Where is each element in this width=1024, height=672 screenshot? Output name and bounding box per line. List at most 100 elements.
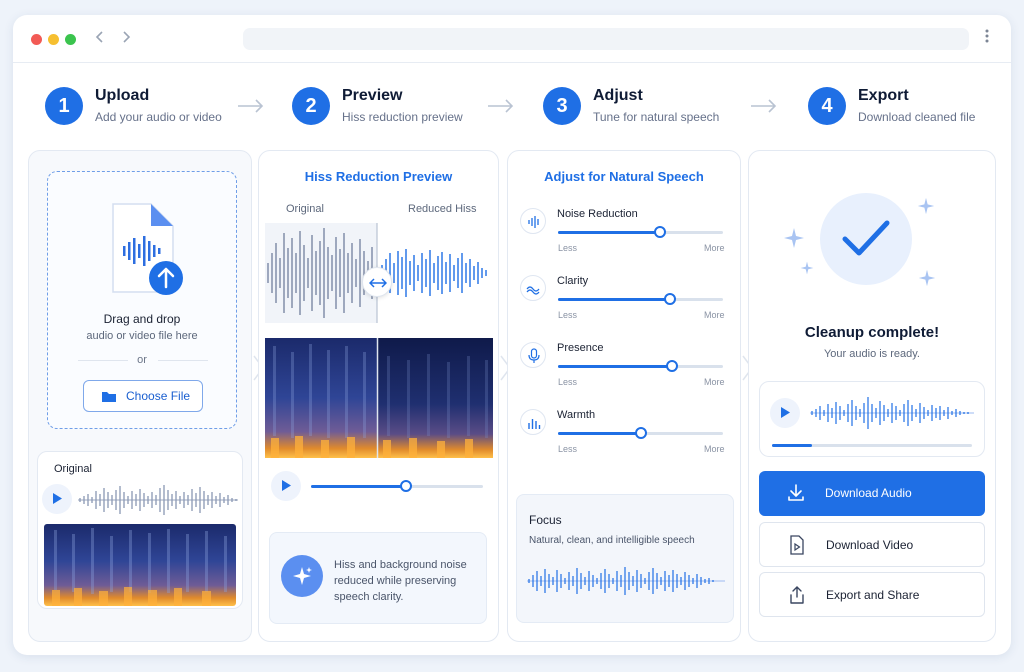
- step-number: 3: [543, 87, 581, 125]
- slider-min-label: Less: [558, 377, 578, 387]
- presence-slider[interactable]: [558, 360, 723, 372]
- slider-knob[interactable]: [664, 293, 677, 305]
- preview-note-text: Hiss and background noise reduced while …: [334, 559, 467, 603]
- slider-min-label: Less: [558, 243, 578, 253]
- complete-subtitle: Your audio is ready.: [823, 348, 920, 360]
- download-video-button[interactable]: Download Video: [759, 522, 985, 567]
- sparkle-icon: [800, 261, 814, 275]
- step-subtitle: Download cleaned file: [858, 110, 976, 124]
- adjust-title: Adjust for Natural Speech: [544, 169, 704, 184]
- step-subtitle: Hiss reduction preview: [342, 110, 463, 124]
- slider-knob[interactable]: [634, 427, 647, 439]
- original-label: Original: [286, 203, 324, 215]
- drop-zone[interactable]: Drag and drop audio or video file here o…: [47, 171, 237, 429]
- compare-handle[interactable]: [362, 267, 392, 297]
- play-icon: [282, 480, 291, 491]
- sparkle-icon: [917, 197, 935, 215]
- play-original-button[interactable]: [42, 484, 72, 514]
- download-icon: [788, 484, 804, 501]
- reduced-hiss-label: Reduced Hiss: [408, 203, 477, 215]
- preview-panel: Hiss Reduction Preview Original Reduced …: [258, 150, 499, 642]
- slider-knob[interactable]: [654, 226, 667, 238]
- share-icon: [790, 586, 804, 604]
- choose-file-button[interactable]: Choose File: [83, 380, 203, 412]
- slider-max-label: More: [704, 243, 725, 253]
- slider-max-label: More: [704, 444, 725, 454]
- play-icon: [53, 493, 62, 504]
- address-bar[interactable]: [243, 28, 969, 50]
- title-bar: [13, 15, 1011, 63]
- step-title: Adjust: [593, 87, 643, 104]
- slider-knob[interactable]: [665, 360, 678, 372]
- export-panel: Cleanup complete! Your audio is ready. D…: [748, 150, 996, 642]
- slider-label: Clarity: [557, 275, 589, 287]
- cleaned-waveform: [810, 397, 974, 429]
- close-window-dot[interactable]: [31, 34, 42, 45]
- slider-min-label: Less: [558, 444, 578, 454]
- comparison-spectrogram: [265, 338, 493, 458]
- clarity-slider[interactable]: [558, 293, 723, 305]
- slider-label: Warmth: [557, 409, 596, 421]
- preview-note-card: Hiss and background noise reduced while …: [269, 532, 487, 624]
- original-spectrogram: [44, 524, 236, 606]
- drop-subtitle: audio or video file here: [86, 330, 198, 342]
- sparkle-icon: [918, 269, 936, 287]
- download-audio-button[interactable]: Download Audio: [759, 471, 985, 516]
- forward-icon[interactable]: [114, 27, 138, 51]
- drop-title: Drag and drop: [103, 312, 181, 326]
- play-preview-button[interactable]: [271, 471, 301, 501]
- cleaned-audio-player: [759, 381, 985, 457]
- adjust-panel: Adjust for Natural Speech Noise Reductio…: [507, 150, 741, 642]
- step-title: Export: [858, 87, 909, 104]
- focus-title: Focus: [529, 513, 562, 527]
- slider-label: Presence: [557, 342, 604, 354]
- preview-playback-knob[interactable]: [399, 480, 412, 492]
- original-audio-card: Original: [37, 451, 243, 609]
- slider-fill: [558, 432, 641, 435]
- step-number: 1: [45, 87, 83, 125]
- sparkle-icon: [293, 567, 312, 585]
- preview-title: Hiss Reduction Preview: [304, 169, 453, 184]
- play-icon: [781, 407, 790, 418]
- clarity-wave-icon: [520, 275, 546, 301]
- play-cleaned-button[interactable]: [770, 398, 800, 428]
- app-window: 1 Upload Add your audio or video 2 Previ…: [13, 15, 1011, 655]
- more-options-icon[interactable]: [977, 29, 997, 49]
- back-icon[interactable]: [88, 27, 112, 51]
- audio-file-icon: [112, 203, 183, 295]
- choose-file-label: Choose File: [126, 389, 191, 403]
- microphone-icon: [520, 342, 546, 368]
- cleaned-playback-fill: [772, 444, 812, 447]
- noise-wave-icon: [520, 208, 546, 234]
- maximize-window-dot[interactable]: [65, 34, 76, 45]
- divider-right: [158, 360, 208, 361]
- preview-playback-slider[interactable]: [311, 480, 483, 492]
- focus-text: Natural, clean, and intelligible speech: [529, 535, 695, 546]
- video-file-icon: [790, 535, 804, 555]
- success-badge: [820, 193, 912, 285]
- step-arrow-icon: [751, 99, 777, 113]
- original-label: Original: [54, 463, 92, 475]
- folder-icon: [102, 392, 116, 402]
- step-title: Preview: [342, 87, 403, 104]
- step-subtitle: Tune for natural speech: [593, 110, 720, 124]
- step-arrow-icon: [238, 99, 264, 113]
- drag-horizontal-icon: [369, 278, 387, 288]
- equalizer-icon: [520, 409, 546, 435]
- cleaned-playback-progress[interactable]: [772, 444, 972, 447]
- step-number: 2: [292, 87, 330, 125]
- minimize-window-dot[interactable]: [48, 34, 59, 45]
- export-share-label: Export and Share: [826, 588, 920, 602]
- export-share-button[interactable]: Export and Share: [759, 572, 985, 617]
- upload-panel: Drag and drop audio or video file here o…: [28, 150, 252, 642]
- warmth-slider[interactable]: [558, 427, 723, 439]
- step-number: 4: [808, 87, 846, 125]
- noise-reduction-slider[interactable]: [558, 226, 723, 238]
- slider-max-label: More: [704, 310, 725, 320]
- slider-fill: [558, 298, 671, 301]
- slider-label: Noise Reduction: [557, 208, 638, 220]
- complete-title: Cleanup complete!: [804, 324, 940, 341]
- slider-fill: [558, 365, 672, 368]
- download-video-label: Download Video: [826, 538, 914, 552]
- sparkle-badge: [281, 555, 323, 597]
